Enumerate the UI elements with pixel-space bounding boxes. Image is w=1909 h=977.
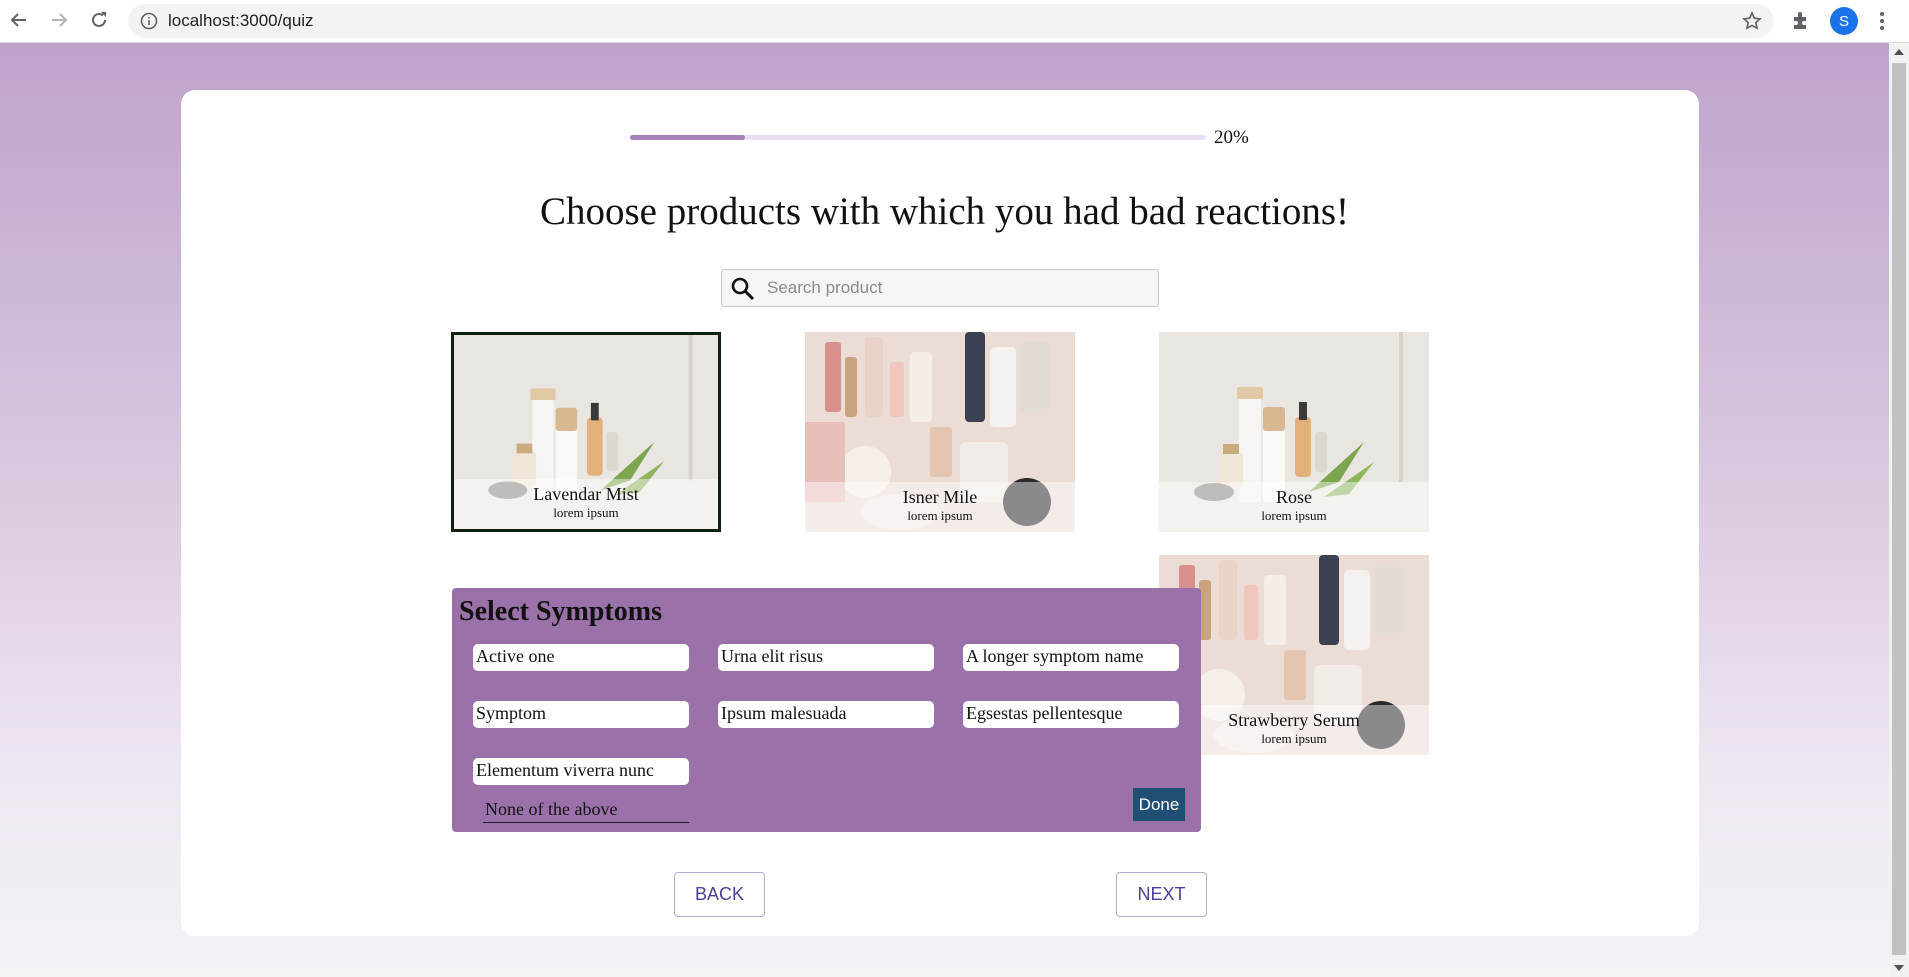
progress-label: 20% — [1214, 127, 1249, 148]
profile-avatar[interactable]: S — [1830, 7, 1858, 35]
page-viewport: 20% Choose products with which you had b… — [0, 43, 1889, 977]
address-bar[interactable]: localhost:3000/quiz — [128, 4, 1774, 38]
symptom-chip[interactable]: Ipsum malesuada — [718, 701, 934, 728]
back-arrow-icon[interactable] — [6, 7, 32, 33]
product-card-rose[interactable]: Rose lorem ipsum — [1159, 332, 1429, 532]
product-subtitle: lorem ipsum — [907, 508, 973, 523]
progress-bar-fill — [630, 135, 746, 140]
more-menu-icon[interactable] — [1872, 8, 1892, 34]
info-icon[interactable] — [140, 12, 158, 30]
extensions-puzzle-icon[interactable] — [1790, 9, 1812, 31]
product-caption: Rose lorem ipsum — [1159, 482, 1429, 532]
scrollbar-thumb[interactable] — [1892, 63, 1906, 955]
product-subtitle: lorem ipsum — [1261, 508, 1327, 523]
browser-toolbar: localhost:3000/quiz S — [0, 0, 1909, 43]
scroll-up-arrow-icon[interactable] — [1894, 49, 1904, 55]
product-caption: Isner Mile lorem ipsum — [805, 482, 1075, 532]
product-caption: Lavendar Mist lorem ipsum — [454, 479, 718, 529]
product-name: Lavendar Mist — [533, 484, 639, 504]
page-title: Choose products with which you had bad r… — [539, 190, 1350, 233]
symptom-chip[interactable]: Elementum viverra nunc — [473, 758, 689, 785]
back-button[interactable]: BACK — [674, 872, 765, 917]
popup-heading: Select Symptoms — [459, 596, 662, 627]
reload-icon[interactable] — [86, 7, 112, 33]
progress-bar — [630, 135, 1206, 140]
symptom-chip[interactable]: Active one — [473, 644, 689, 671]
search-icon — [731, 277, 755, 301]
product-card-lavendar-mist[interactable]: Lavendar Mist lorem ipsum — [451, 332, 721, 532]
product-name: Isner Mile — [902, 487, 978, 507]
forward-arrow-icon[interactable] — [46, 7, 72, 33]
bookmark-star-icon[interactable] — [1742, 11, 1762, 31]
search-input[interactable] — [767, 275, 1147, 301]
url-text: localhost:3000/quiz — [168, 11, 314, 30]
search-box — [721, 269, 1159, 307]
none-of-the-above-option[interactable]: None of the above — [483, 799, 689, 823]
vertical-scrollbar[interactable] — [1889, 43, 1909, 977]
next-button[interactable]: NEXT — [1116, 872, 1207, 917]
done-button[interactable]: Done — [1133, 788, 1185, 821]
product-name: Rose — [1276, 487, 1312, 507]
select-symptoms-popup: Select Symptoms Active one Urna elit ris… — [452, 588, 1201, 832]
symptom-chip[interactable]: Egsestas pellentesque — [963, 701, 1179, 728]
symptom-chip[interactable]: Symptom — [473, 701, 689, 728]
product-card-isner-mile[interactable]: Isner Mile lorem ipsum — [805, 332, 1075, 532]
symptom-chip[interactable]: Urna elit risus — [718, 644, 934, 671]
scroll-down-arrow-icon[interactable] — [1894, 965, 1904, 971]
symptom-chip[interactable]: A longer symptom name — [963, 644, 1179, 671]
product-subtitle: lorem ipsum — [553, 505, 619, 520]
